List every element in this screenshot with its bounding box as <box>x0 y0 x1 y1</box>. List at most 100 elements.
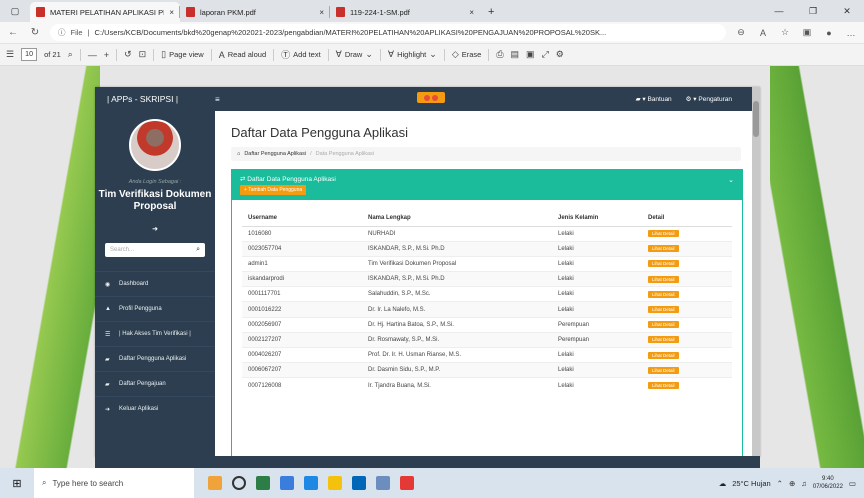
network-icon[interactable]: ⊕ <box>789 479 795 488</box>
cell-username: 0002127207 <box>242 331 362 348</box>
profile-icon[interactable]: ● <box>822 28 836 38</box>
zoom-in-icon[interactable]: + <box>104 50 109 60</box>
taskbar-app-icon[interactable] <box>328 476 342 490</box>
tab-title: MATERI PELATIHAN APLIKASI PE <box>50 7 165 17</box>
browser-tab-0[interactable]: MATERI PELATIHAN APLIKASI PE × <box>30 2 180 22</box>
view-detail-button: Lihat Detail <box>648 275 679 283</box>
fit-icon[interactable]: ⊡ <box>139 49 147 60</box>
taskbar-app-icon[interactable] <box>376 476 390 490</box>
pdf-icon <box>36 7 45 17</box>
cell-fullname: NURHADI <box>362 225 552 242</box>
save-icon[interactable]: ▤ <box>511 49 520 60</box>
page-number-input[interactable]: 10 <box>21 48 38 61</box>
zoom-icon[interactable]: ⊖ <box>734 27 748 38</box>
list-icon: ☰ <box>105 331 111 338</box>
zoom-out-icon[interactable]: — <box>88 50 97 60</box>
highlight-icon: ∀ <box>387 49 395 59</box>
close-icon[interactable]: × <box>169 8 174 17</box>
cell-username: 0004026207 <box>242 346 362 363</box>
tab-title: laporan PKM.pdf <box>200 7 256 17</box>
avatar <box>129 119 181 171</box>
taskbar-app-icon[interactable] <box>304 476 318 490</box>
address-bar: ← ↻ ⓘ File | C:/Users/KCB/Documents/bkd%… <box>0 22 864 44</box>
window-controls: — ❐ ✕ <box>762 0 864 22</box>
taskbar-app-icon[interactable] <box>232 476 246 490</box>
table-row: 1016080 NURHADI Lelaki Lihat Detail <box>242 225 732 242</box>
cell-gender: Lelaki <box>552 346 642 363</box>
close-window-icon[interactable]: ✕ <box>830 0 864 22</box>
erase-button[interactable]: ◇ Erase <box>452 49 482 60</box>
decor-stripe-left <box>0 66 100 468</box>
url-field[interactable]: ⓘ File | C:/Users/KCB/Documents/bkd%20ge… <box>50 24 726 41</box>
read-aloud-icon: A <box>218 49 225 60</box>
rotate-icon[interactable]: ↺ <box>124 49 132 60</box>
add-text-icon: Ⓣ <box>281 50 291 60</box>
cell-gender: Perempuan <box>552 331 642 348</box>
taskbar-app-icon[interactable] <box>352 476 366 490</box>
table-row: 0001117701 Salahuddin, S.P., M.Sc. Lelaki L… <box>242 286 732 302</box>
read-aloud-button[interactable]: A Read aloud <box>219 50 266 60</box>
sidebar-item-logout: ➜ Keluar Aplikasi <box>95 396 215 421</box>
minimize-icon[interactable]: — <box>762 0 796 22</box>
refresh-icon[interactable]: ↻ <box>28 27 42 38</box>
cell-fullname: ISKANDAR, S.P., M.Si. Ph.D <box>362 240 552 257</box>
cell-username: 0001016222 <box>242 301 362 318</box>
erase-icon: ◇ <box>451 49 459 59</box>
highlight-button[interactable]: ∀ Highlight ⌄ <box>388 49 437 60</box>
taskbar-apps <box>208 476 414 490</box>
page-view-button[interactable]: ▯ Page view <box>161 49 204 60</box>
table-row: admin1 Tim Verifikasi Dokumen Proposal Lel… <box>242 255 732 272</box>
save-as-icon[interactable]: ▣ <box>526 49 535 60</box>
view-detail-button: Lihat Detail <box>648 351 679 359</box>
back-icon[interactable]: ← <box>6 27 20 38</box>
cell-gender: Perempuan <box>552 316 642 333</box>
weather-text[interactable]: 25°C Hujan <box>732 479 770 488</box>
tab-actions-icon[interactable]: ▢ <box>0 0 30 22</box>
table-row: 0002056907 Dr. Hj. Hartina Batoa, S.P., M… <box>242 316 732 333</box>
weather-icon[interactable]: ☁ <box>719 479 727 488</box>
tray-chevron-icon[interactable]: ⌃ <box>777 479 783 488</box>
close-icon[interactable]: × <box>319 8 324 17</box>
add-text-button[interactable]: Ⓣ Add text <box>281 48 321 61</box>
app-logo <box>417 92 445 103</box>
cell-username: 0001117701 <box>242 286 362 302</box>
search-icon[interactable]: ⌕ <box>68 49 73 60</box>
windows-start-icon[interactable]: ⊞ <box>0 477 34 490</box>
col-username: Username <box>242 210 362 227</box>
restore-icon[interactable]: ❐ <box>796 0 830 22</box>
table-header-row: Username Nama Lengkap Jenis Kelamin Deta… <box>242 210 732 227</box>
read-mode-icon[interactable]: A <box>756 28 770 38</box>
cell-fullname: Dr. Rosmawaty, S.P., M.Si. <box>362 331 552 348</box>
taskbar-app-icon[interactable] <box>400 476 414 490</box>
cell-fullname: Dr. Dasmin Sidu, S.P., M.P. <box>362 362 552 378</box>
browser-tab-2[interactable]: 119-224-1-SM.pdf × <box>330 2 480 22</box>
draw-button[interactable]: ∀ Draw ⌄ <box>336 49 373 60</box>
dashboard-icon: ◉ <box>105 281 111 288</box>
taskbar-search[interactable]: ⌕ Type here to search <box>34 468 194 498</box>
col-fullname: Nama Lengkap <box>362 210 552 227</box>
cell-username: iskandarprodi <box>242 271 362 287</box>
more-icon[interactable]: … <box>844 28 858 38</box>
fullscreen-icon[interactable]: ⤢ <box>542 49 549 60</box>
new-tab-button[interactable]: + <box>480 2 502 22</box>
contents-icon[interactable]: ☰ <box>6 49 14 60</box>
taskbar-app-icon[interactable] <box>280 476 294 490</box>
search-icon: ⌕ <box>42 478 47 487</box>
close-icon[interactable]: × <box>469 8 474 17</box>
volume-icon[interactable]: ♫ <box>801 479 807 488</box>
cell-detail: Lihat Detail <box>642 346 732 363</box>
browser-tab-1[interactable]: laporan PKM.pdf × <box>180 2 330 22</box>
cell-username: 1016080 <box>242 225 362 242</box>
taskbar-app-icon[interactable] <box>256 476 270 490</box>
notification-icon[interactable]: ▭ <box>849 479 856 488</box>
taskbar-app-icon[interactable] <box>208 476 222 490</box>
print-icon[interactable]: ⎙ <box>496 49 503 60</box>
user-role: Tim Verifikasi Dokumen Proposal <box>98 189 212 212</box>
pdf-next-page <box>95 456 760 468</box>
cell-detail: Lihat Detail <box>642 255 732 272</box>
favorites-icon[interactable]: ☆ <box>778 27 792 38</box>
settings-icon[interactable]: ⚙ <box>556 49 564 60</box>
collections-icon[interactable]: ▣ <box>800 27 814 38</box>
sidebar-search: Search... ⌕ <box>105 243 205 257</box>
clock[interactable]: 9:40 07/06/2022 <box>813 475 843 491</box>
